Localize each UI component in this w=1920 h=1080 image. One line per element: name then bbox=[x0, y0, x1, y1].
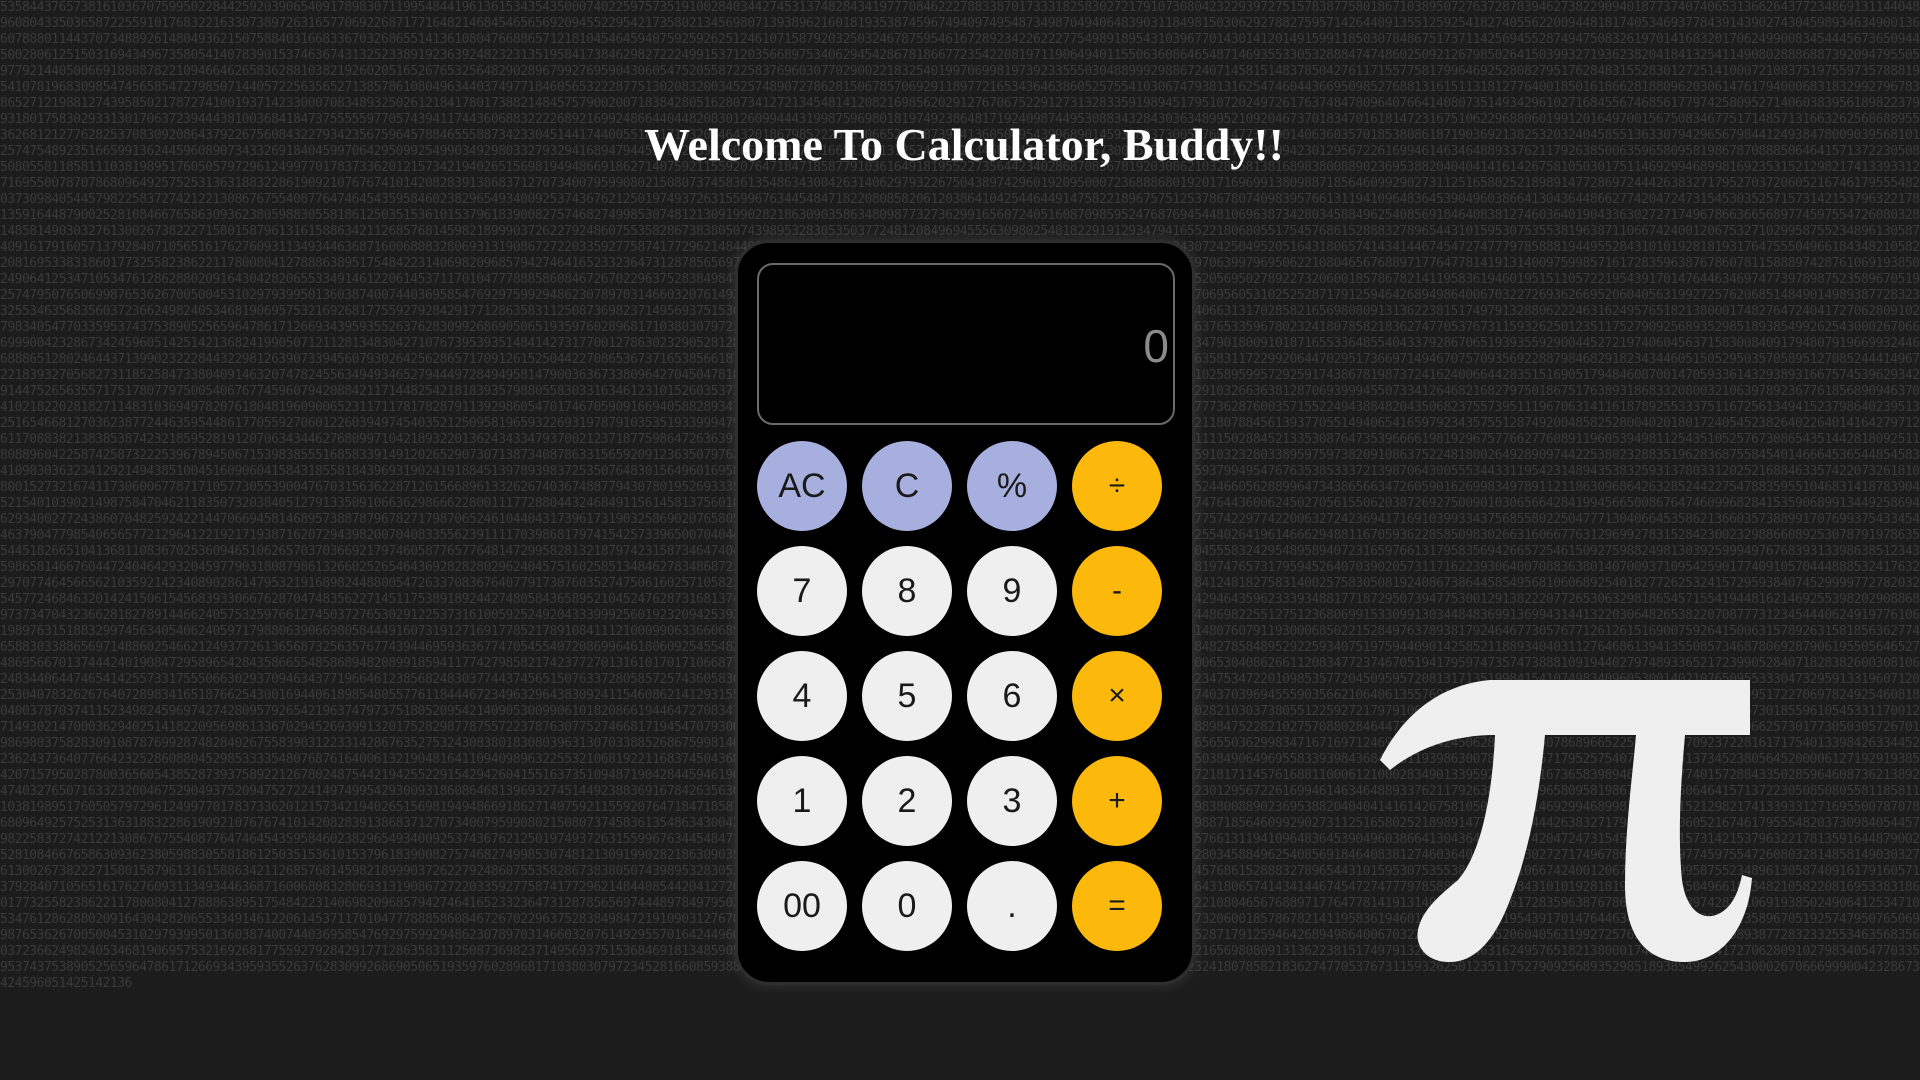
digit-4-button[interactable]: 4 bbox=[757, 651, 847, 741]
digit-0-button[interactable]: 0 bbox=[862, 861, 952, 951]
all-clear-button[interactable]: AC bbox=[757, 441, 847, 531]
calculator-display: 0 bbox=[757, 263, 1175, 425]
digit-3-button[interactable]: 3 bbox=[967, 756, 1057, 846]
clear-button[interactable]: C bbox=[862, 441, 952, 531]
divide-button[interactable]: ÷ bbox=[1072, 441, 1162, 531]
double-zero-button[interactable]: 00 bbox=[757, 861, 847, 951]
percent-button[interactable]: % bbox=[967, 441, 1057, 531]
equals-button[interactable]: = bbox=[1072, 861, 1162, 951]
pi-symbol-icon bbox=[1380, 680, 1752, 962]
digit-9-button[interactable]: 9 bbox=[967, 546, 1057, 636]
digit-8-button[interactable]: 8 bbox=[862, 546, 952, 636]
digit-5-button[interactable]: 5 bbox=[862, 651, 952, 741]
multiply-button[interactable]: × bbox=[1072, 651, 1162, 741]
digit-2-button[interactable]: 2 bbox=[862, 756, 952, 846]
digit-6-button[interactable]: 6 bbox=[967, 651, 1057, 741]
subtract-button[interactable]: - bbox=[1072, 546, 1162, 636]
calculator: 0 AC C% ÷ 7 8 9-4 5 6 × 1 2 3 +00 0. = bbox=[735, 240, 1195, 985]
add-button[interactable]: + bbox=[1072, 756, 1162, 846]
decimal-button[interactable]: . bbox=[967, 861, 1057, 951]
digit-1-button[interactable]: 1 bbox=[757, 756, 847, 846]
digit-7-button[interactable]: 7 bbox=[757, 546, 847, 636]
page-title: Welcome To Calculator, Buddy!! bbox=[644, 119, 1284, 170]
